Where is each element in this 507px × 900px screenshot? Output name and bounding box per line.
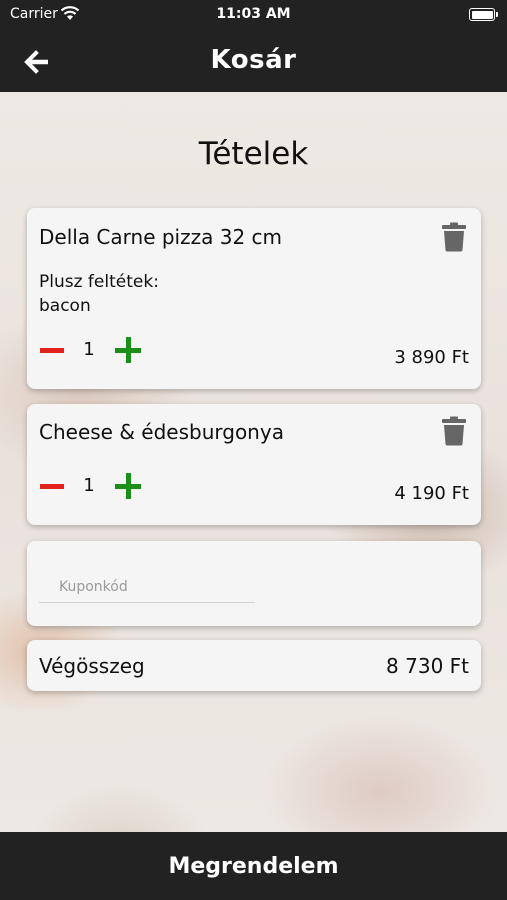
coupon-input[interactable] bbox=[39, 571, 255, 603]
nav-bar: Kosár bbox=[0, 30, 507, 92]
status-time: 11:03 AM bbox=[216, 6, 291, 22]
item-price: 4 190 Ft bbox=[394, 483, 469, 504]
trash-icon bbox=[442, 416, 466, 446]
section-title: Tételek bbox=[198, 136, 309, 172]
increase-quantity-button[interactable] bbox=[115, 337, 141, 363]
total-card: Végösszeg 8 730 Ft bbox=[27, 640, 481, 691]
decrease-quantity-button[interactable] bbox=[40, 474, 64, 498]
quantity-value: 1 bbox=[83, 339, 95, 360]
extras-value: bacon bbox=[39, 296, 91, 316]
total-label: Végösszeg bbox=[39, 654, 145, 678]
trash-icon bbox=[442, 222, 466, 252]
total-value: 8 730 Ft bbox=[386, 654, 469, 678]
extras-label: Plusz feltétek: bbox=[39, 272, 159, 292]
delete-item-button[interactable] bbox=[441, 416, 467, 446]
order-button[interactable]: Megrendelem bbox=[0, 832, 507, 900]
cart-item: Cheese & édesburgonya 1 4 190 Ft bbox=[27, 404, 481, 525]
cart-item: Della Carne pizza 32 cm Plusz feltétek: … bbox=[27, 208, 481, 389]
page-title: Kosár bbox=[210, 45, 297, 75]
battery-icon bbox=[469, 8, 498, 21]
status-bar: Carrier 11:03 AM bbox=[0, 0, 507, 30]
coupon-card bbox=[27, 541, 481, 626]
delete-item-button[interactable] bbox=[441, 222, 467, 252]
item-name: Cheese & édesburgonya bbox=[39, 420, 284, 444]
increase-quantity-button[interactable] bbox=[115, 473, 141, 499]
quantity-value: 1 bbox=[83, 475, 95, 496]
item-price: 3 890 Ft bbox=[394, 347, 469, 368]
item-name: Della Carne pizza 32 cm bbox=[39, 225, 283, 249]
decrease-quantity-button[interactable] bbox=[40, 338, 64, 362]
